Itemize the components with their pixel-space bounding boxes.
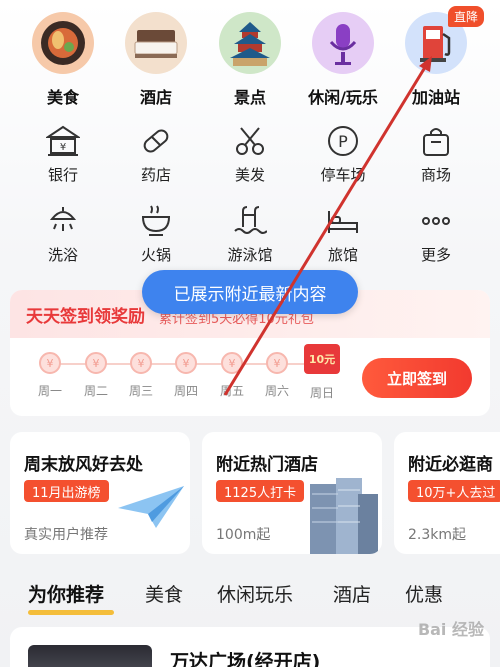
more-dots-icon xyxy=(417,204,455,238)
coin-icon: ¥ xyxy=(39,352,61,374)
grid-item-pharmacy[interactable]: 药店 xyxy=(116,124,196,185)
grid-label: 停车场 xyxy=(320,166,366,184)
grid-item-bank[interactable]: ¥ 银行 xyxy=(23,124,103,185)
coin-icon: ¥ xyxy=(85,352,107,374)
watermark: Bai 经验 xyxy=(417,620,484,639)
feature-subtitle: 100m起 xyxy=(216,527,271,543)
category-label: 休闲/玩乐 xyxy=(308,88,378,107)
recommend-tabs: 为你推荐 美食 休闲玩乐 酒店 优惠 xyxy=(0,580,500,620)
hotel-building-image xyxy=(310,478,378,554)
day-label: 周四 xyxy=(173,384,198,398)
shower-icon xyxy=(44,204,82,238)
swimming-icon xyxy=(231,204,269,238)
signin-day: ¥ 周三 xyxy=(121,352,161,399)
grid-label: 游泳馆 xyxy=(227,246,273,264)
category-label: 酒店 xyxy=(139,88,172,107)
coin-icon: ¥ xyxy=(175,352,197,374)
tab-hotel[interactable]: 酒店 xyxy=(333,580,371,607)
bed-icon xyxy=(324,204,362,238)
shopping-bag-icon xyxy=(417,124,455,158)
gift-box-icon: 10元 xyxy=(304,344,340,374)
category-row: 美食 酒店 景点 休闲/玩乐 加油站 直降 xyxy=(0,6,500,110)
grid-label: 银行 xyxy=(47,166,78,184)
bank-icon: ¥ xyxy=(44,124,82,158)
signin-day: ¥ 周五 xyxy=(212,352,252,399)
signin-day: ¥ 周四 xyxy=(166,352,206,399)
feature-tag: 10万+人去过 xyxy=(408,480,500,502)
hotpot-icon xyxy=(137,204,175,238)
toast-message: 已展示附近最新内容 xyxy=(142,270,358,314)
coin-icon: ¥ xyxy=(130,352,152,374)
grid-item-more[interactable]: 更多 xyxy=(396,204,476,265)
grid-item-hotpot[interactable]: 火锅 xyxy=(116,204,196,265)
pill-icon xyxy=(137,124,175,158)
feature-card-shopping[interactable]: 附近必逛商 10万+人去过 2.3km起 xyxy=(394,432,500,554)
tab-leisure[interactable]: 休闲玩乐 xyxy=(217,580,293,607)
price-drop-badge: 直降 xyxy=(448,6,485,27)
signin-day: ¥ 周二 xyxy=(76,352,116,399)
grid-label: 美发 xyxy=(234,166,265,184)
paper-plane-icon xyxy=(118,486,184,528)
day-label: 周一 xyxy=(37,384,62,398)
svg-text:¥: ¥ xyxy=(60,142,66,153)
signin-title: 天天签到领奖励 xyxy=(26,306,145,327)
feature-tag: 1125人打卡 xyxy=(216,480,305,502)
tab-food[interactable]: 美食 xyxy=(145,580,183,607)
grid-label: 商场 xyxy=(420,166,451,184)
grid-item-swimming[interactable]: 游泳馆 xyxy=(210,204,290,265)
tab-deals[interactable]: 优惠 xyxy=(405,580,443,607)
signin-day: ¥ 周六 xyxy=(257,352,297,399)
day-label: 周五 xyxy=(219,384,244,398)
feature-subtitle: 真实用户推荐 xyxy=(24,527,108,543)
category-label: 加油站 xyxy=(411,88,460,107)
signin-day: ¥ 周一 xyxy=(30,352,70,399)
svg-text:P: P xyxy=(338,132,348,151)
venue-photo xyxy=(28,645,152,667)
scissors-icon xyxy=(231,124,269,158)
day-label: 周二 xyxy=(83,384,108,398)
tab-for-you[interactable]: 为你推荐 xyxy=(28,580,104,607)
grid-label: 更多 xyxy=(420,246,451,264)
category-leisure[interactable]: 休闲/玩乐 xyxy=(303,12,383,108)
coin-icon: ¥ xyxy=(221,352,243,374)
grid-label: 旅馆 xyxy=(327,246,358,264)
grid-item-bath[interactable]: 洗浴 xyxy=(23,204,103,265)
grid-item-hair-salon[interactable]: 美发 xyxy=(210,124,290,185)
signin-button[interactable]: 立即签到 xyxy=(362,358,472,398)
grid-item-inn[interactable]: 旅馆 xyxy=(303,204,383,265)
feature-title: 附近必逛商 xyxy=(408,455,493,475)
category-gas-station[interactable]: 加油站 直降 xyxy=(396,6,485,108)
feature-card-weekend[interactable]: 周末放风好去处 11月出游榜 真实用户推荐 xyxy=(10,432,190,554)
hotel-bed-icon xyxy=(125,12,187,74)
temple-icon xyxy=(219,12,281,74)
day-label: 周日 xyxy=(309,386,334,400)
category-hotel[interactable]: 酒店 xyxy=(116,12,196,108)
parking-icon: P xyxy=(324,124,362,158)
feature-title: 附近热门酒店 xyxy=(216,455,318,475)
day-label: 周三 xyxy=(128,384,153,398)
grid-item-parking[interactable]: P 停车场 xyxy=(303,124,383,185)
grid-label: 火锅 xyxy=(140,246,171,264)
feature-title: 周末放风好去处 xyxy=(24,455,143,475)
category-label: 景点 xyxy=(233,88,266,107)
microphone-icon xyxy=(312,12,374,74)
feature-subtitle: 2.3km起 xyxy=(408,527,467,543)
active-tab-indicator xyxy=(28,610,114,615)
grid-label: 药店 xyxy=(140,166,171,184)
venue-title: 万达广场(经开店) xyxy=(170,651,321,667)
feature-tag: 11月出游榜 xyxy=(24,480,109,502)
category-food[interactable]: 美食 xyxy=(23,12,103,108)
feature-card-hotels[interactable]: 附近热门酒店 1125人打卡 100m起 xyxy=(202,432,382,554)
food-plate-icon xyxy=(32,12,94,74)
day-label: 周六 xyxy=(264,384,289,398)
grid-item-mall[interactable]: 商场 xyxy=(396,124,476,185)
category-scenic[interactable]: 景点 xyxy=(210,12,290,108)
category-label: 美食 xyxy=(46,88,79,107)
coin-icon: ¥ xyxy=(266,352,288,374)
grid-label: 洗浴 xyxy=(47,246,78,264)
